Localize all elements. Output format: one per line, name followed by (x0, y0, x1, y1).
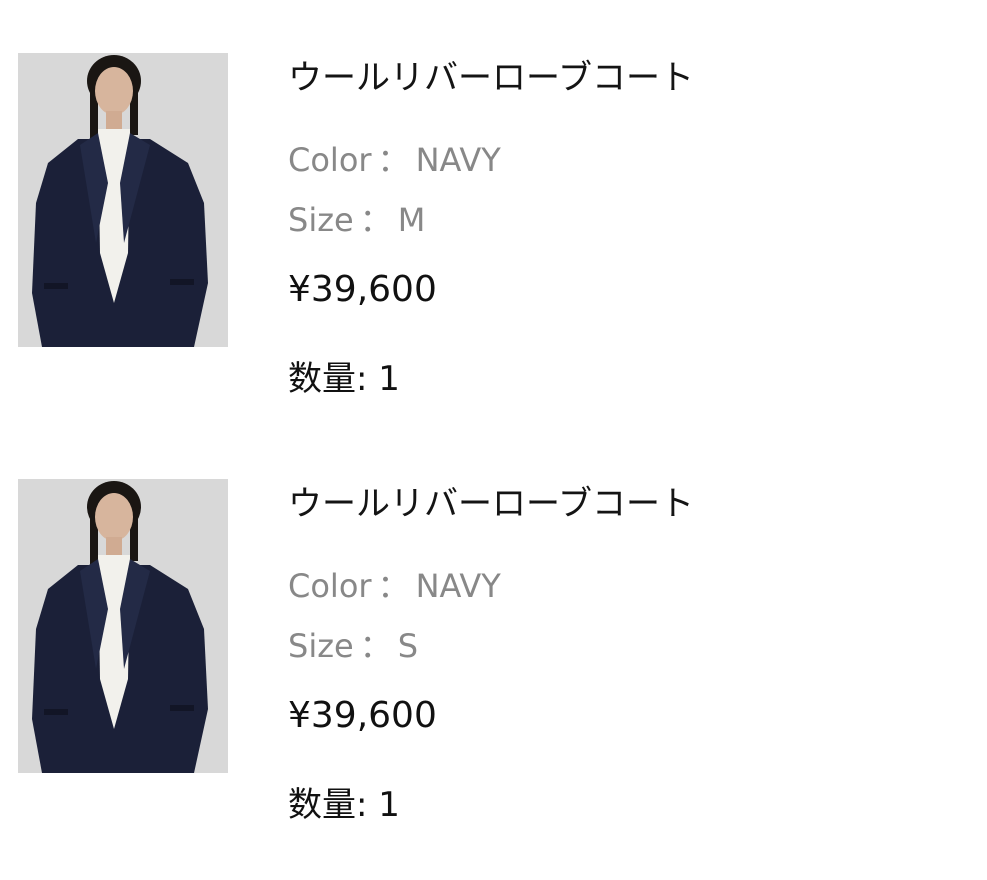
product-name[interactable]: ウールリバーローブコート (288, 482, 694, 526)
product-price: ¥39,600 (288, 695, 437, 736)
color-label: Color (288, 567, 372, 605)
color-value: NAVY (415, 141, 501, 179)
product-photo-icon (18, 479, 228, 773)
size-value: S (397, 627, 419, 665)
product-price: ¥39,600 (288, 269, 437, 310)
color-value: NAVY (415, 567, 501, 605)
cart-item: ウールリバーローブコート Color： NAVY Size： M ¥39,600 数… (0, 0, 987, 399)
size-label: Size (288, 627, 354, 665)
product-name[interactable]: ウールリバーローブコート (288, 56, 694, 100)
product-photo-icon (18, 53, 228, 347)
product-image[interactable] (18, 53, 228, 347)
product-color: Color： NAVY (288, 566, 501, 606)
color-separator: ： (377, 567, 410, 605)
quantity-label: 数量: (288, 359, 368, 399)
product-quantity: 数量: 1 (288, 356, 400, 402)
size-label: Size (288, 201, 354, 239)
product-size: Size： M (288, 200, 425, 240)
product-size: Size： S (288, 626, 418, 666)
color-separator: ： (377, 141, 410, 179)
color-label: Color (288, 141, 372, 179)
size-separator: ： (359, 627, 392, 665)
product-image[interactable] (18, 479, 228, 773)
product-color: Color： NAVY (288, 140, 501, 180)
quantity-label: 数量: (288, 785, 368, 825)
quantity-value: 1 (378, 785, 400, 825)
size-separator: ： (359, 201, 392, 239)
size-value: M (397, 201, 426, 239)
product-quantity: 数量: 1 (288, 782, 400, 828)
quantity-value: 1 (378, 359, 400, 399)
cart-item: ウールリバーローブコート Color： NAVY Size： S ¥39,600 数… (0, 426, 987, 825)
